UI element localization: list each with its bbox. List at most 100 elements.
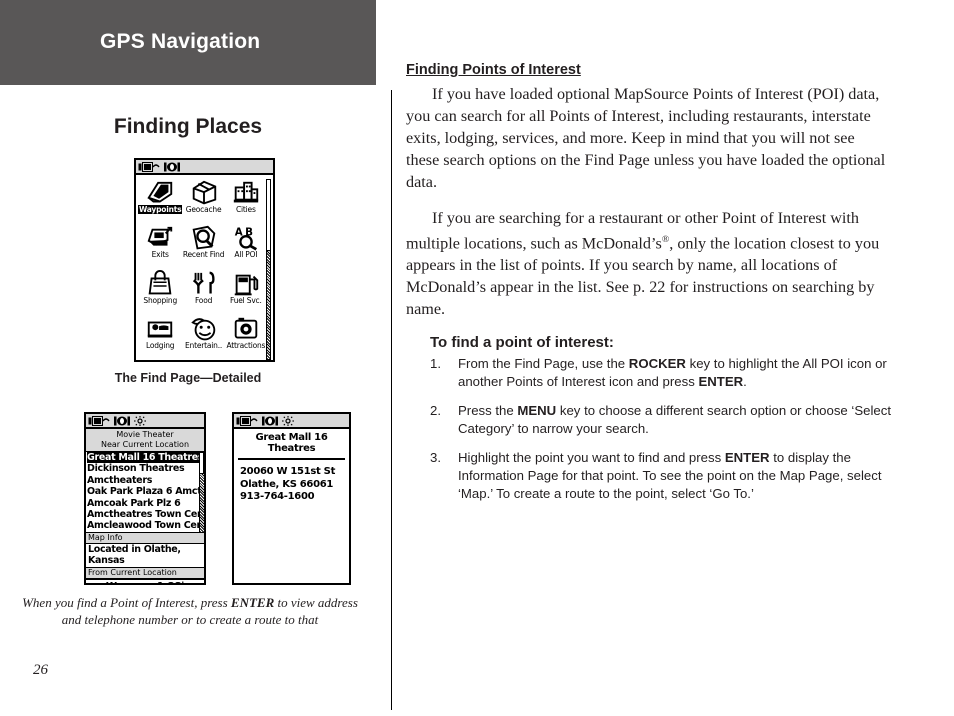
find-icon-lodging[interactable]: Lodging <box>138 313 182 358</box>
poi-info-screenshot: Great Mall 16 Theatres 20060 W 151st St … <box>232 412 351 585</box>
find-page-icon-grid: Waypoints Geocache Cities Exits Recent Find A… <box>136 175 273 360</box>
map-info-line2: Kansas <box>88 555 125 567</box>
find-icon-fuel-svc[interactable]: Fuel Svc. <box>225 268 267 313</box>
exits-icon <box>145 224 175 250</box>
backlight-icon <box>134 415 146 426</box>
info-address-line1: 20060 W 151st St <box>240 466 336 477</box>
column-divider <box>391 90 392 710</box>
map-info-line1: Located in Olathe, <box>88 543 181 555</box>
list-distance-value: 1.23ᴵ <box>157 581 184 583</box>
find-icon-attractions[interactable]: Attractions <box>225 313 267 358</box>
find-icon-label: Waypoints <box>138 205 183 214</box>
find-icon-label: Shopping <box>143 295 178 305</box>
find-icon-label: Fuel Svc. <box>230 295 262 305</box>
find-icon-recent-find[interactable]: Recent Find <box>182 222 224 267</box>
caption-text-part1: When you find a Point of Interest, press <box>22 595 231 610</box>
instruction-step: 2. Press the MENU key to choose a differe… <box>430 402 891 438</box>
cities-icon <box>231 179 261 205</box>
step-text-part: From the Find Page, use the <box>458 356 629 372</box>
recent-find-icon <box>189 224 219 250</box>
satellite-icon <box>262 416 278 425</box>
battery-icon <box>88 415 110 426</box>
step-number: 2. <box>430 403 441 419</box>
step-text: Press the MENU key to choose a different… <box>458 402 891 438</box>
step-key-name: ENTER <box>698 374 744 390</box>
list-direction-value: W <box>106 581 117 583</box>
find-page-screenshot: Waypoints Geocache Cities Exits Recent Find A… <box>134 158 275 362</box>
step-text: Highlight the point you want to find and… <box>458 449 891 503</box>
svg-text:A: A <box>235 227 243 239</box>
satellite-icon <box>164 162 180 171</box>
find-page-caption: The Find Page—Detailed <box>114 371 262 385</box>
find-icon-shopping[interactable]: Shopping <box>138 268 182 313</box>
poi-list-item[interactable]: Great Mall 16 Theatres <box>87 452 204 464</box>
poi-list-item[interactable]: Amctheaters <box>87 475 204 486</box>
list-header: Movie Theater Near Current Location <box>86 429 204 451</box>
list-from-location-label: From Current Location <box>86 566 204 579</box>
find-page-scrollbar-thumb[interactable] <box>266 179 271 251</box>
poi-list-screenshot: Movie Theater Near Current Location Grea… <box>84 412 206 585</box>
entertainment-icon <box>189 315 219 341</box>
shopping-icon <box>145 269 175 296</box>
find-icon-label: Attractions <box>226 340 266 350</box>
find-icon-label: Geocache <box>185 205 222 214</box>
find-icon-label: Food <box>194 295 213 305</box>
find-icon-entertain[interactable]: Entertain.. <box>182 313 224 358</box>
poi-figure-caption: When you find a Point of Interest, press… <box>20 594 360 628</box>
battery-icon <box>138 161 160 172</box>
list-status-bar <box>86 414 204 429</box>
list-header-line1: Movie Theater <box>116 430 174 439</box>
find-icon-food[interactable]: Food <box>182 268 224 313</box>
poi-section-heading: Finding Points of Interest <box>406 62 581 78</box>
section-title: Finding Places <box>113 115 263 138</box>
poi-list-item[interactable]: Dickinson Theatres <box>87 463 204 474</box>
find-icon-all-poi[interactable]: A B All POI <box>225 222 267 267</box>
find-icon-label: Entertain.. <box>185 340 223 350</box>
info-address-block: 20060 W 151st St Olathe, KS 66061 913-76… <box>234 460 349 504</box>
backlight-icon <box>282 415 294 426</box>
page-header-title: GPS Navigation <box>100 30 261 53</box>
find-icon-label: Exits <box>151 250 169 260</box>
caption-enter-key: ENTER <box>230 595 275 610</box>
find-icon-exits[interactable]: Exits <box>138 222 182 267</box>
step-number: 1. <box>430 356 441 372</box>
list-header-line2: Near Current Location <box>100 440 190 449</box>
find-icon-geocache[interactable]: Geocache <box>182 177 224 222</box>
info-status-bar <box>234 414 349 429</box>
page-header-bar: GPS Navigation <box>0 0 376 85</box>
step-key-name: ENTER <box>724 450 770 466</box>
all-poi-icon: AB <box>231 224 261 251</box>
poi-list-item[interactable]: Oak Park Plaza 6 Amct <box>87 486 204 497</box>
poi-paragraph-2: If you are searching for a restaurant or… <box>406 207 891 320</box>
find-icon-cities[interactable]: Cities <box>225 177 267 222</box>
poi-list-item[interactable]: Amctheatres Town Cent <box>87 509 204 520</box>
find-page-status-bar <box>136 160 273 175</box>
info-title: Great Mall 16 Theatres <box>238 429 345 460</box>
page-number: 26 <box>33 662 48 678</box>
poi-paragraph-1: If you have loaded optional MapSource Po… <box>406 85 886 191</box>
satellite-icon <box>114 416 130 425</box>
find-icon-waypoints[interactable]: Waypoints <box>138 177 183 222</box>
geocache-icon <box>189 179 219 205</box>
steps-heading: To find a point of interest: <box>430 334 614 352</box>
step-text: From the Find Page, use the ROCKER key t… <box>458 355 891 391</box>
poi-result-list[interactable]: Great Mall 16 Theatres Dickinson Theatres… <box>86 451 204 533</box>
poi-list-item[interactable]: Amcleawood Town Cent - <box>87 520 204 531</box>
right-column: Finding Points of Interest If you have l… <box>406 62 891 514</box>
step-text-part: . <box>743 374 747 390</box>
step-number: 3. <box>430 450 441 466</box>
step-text-part: Highlight the point you want to find and… <box>458 450 725 466</box>
poi-list-item[interactable]: Amcoak Park Plz 6 <box>87 498 204 509</box>
step-text-part: Press the <box>458 403 518 419</box>
find-icon-label: Cities <box>236 205 256 214</box>
fuel-icon <box>231 270 261 296</box>
list-scrollbar-thumb[interactable] <box>199 452 204 474</box>
info-phone: 913-764-1600 <box>240 491 315 502</box>
attractions-icon <box>231 315 261 341</box>
step-key-name: MENU <box>517 403 557 419</box>
waypoints-icon <box>145 179 175 205</box>
battery-icon <box>236 415 258 426</box>
steps-list: 1. From the Find Page, use the ROCKER key… <box>406 355 891 503</box>
instruction-step: 3. Highlight the point you want to find a… <box>430 449 891 503</box>
find-icon-label: Recent Find <box>182 250 225 260</box>
